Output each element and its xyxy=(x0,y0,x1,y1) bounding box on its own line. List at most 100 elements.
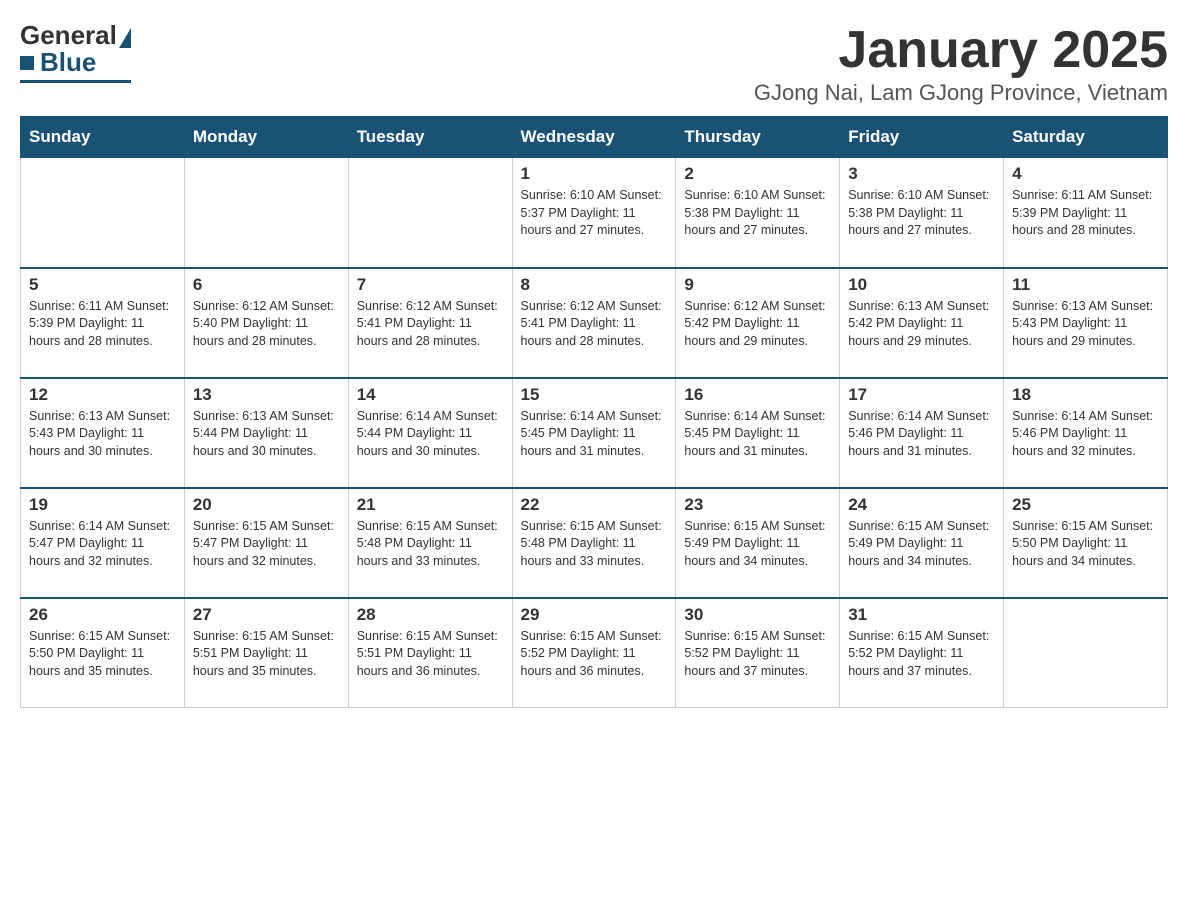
calendar-cell: 8 Sunrise: 6:12 AM Sunset: 5:41 PM Daylig… xyxy=(512,268,676,378)
day-number: 9 xyxy=(684,275,831,295)
day-info: Sunrise: 6:14 AM Sunset: 5:45 PM Dayligh… xyxy=(521,408,668,461)
day-number: 22 xyxy=(521,495,668,515)
day-number: 17 xyxy=(848,385,995,405)
day-info: Sunrise: 6:13 AM Sunset: 5:42 PM Dayligh… xyxy=(848,298,995,351)
day-info: Sunrise: 6:15 AM Sunset: 5:48 PM Dayligh… xyxy=(357,518,504,571)
day-number: 14 xyxy=(357,385,504,405)
calendar-cell: 30 Sunrise: 6:15 AM Sunset: 5:52 PM Dayli… xyxy=(676,598,840,708)
calendar-cell: 26Sunrise: 6:15 AM Sunset: 5:50 PM Dayli… xyxy=(21,598,185,708)
calendar-day-header: Friday xyxy=(840,117,1004,158)
calendar-cell: 22Sunrise: 6:15 AM Sunset: 5:48 PM Dayli… xyxy=(512,488,676,598)
day-info: Sunrise: 6:15 AM Sunset: 5:52 PM Dayligh… xyxy=(848,628,995,681)
day-number: 6 xyxy=(193,275,340,295)
page-header: General Blue January 2025 GJong Nai, Lam… xyxy=(20,20,1168,106)
calendar-header-row: SundayMondayTuesdayWednesdayThursdayFrid… xyxy=(21,117,1168,158)
calendar-cell: 2Sunrise: 6:10 AM Sunset: 5:38 PM Daylig… xyxy=(676,158,840,268)
day-info: Sunrise: 6:15 AM Sunset: 5:50 PM Dayligh… xyxy=(1012,518,1159,571)
calendar-cell: 17 Sunrise: 6:14 AM Sunset: 5:46 PM Dayli… xyxy=(840,378,1004,488)
logo-underline xyxy=(20,80,131,83)
day-info: Sunrise: 6:15 AM Sunset: 5:51 PM Dayligh… xyxy=(357,628,504,681)
calendar-cell xyxy=(1004,598,1168,708)
calendar-cell: 24 Sunrise: 6:15 AM Sunset: 5:49 PM Dayli… xyxy=(840,488,1004,598)
calendar-cell: 27 Sunrise: 6:15 AM Sunset: 5:51 PM Dayli… xyxy=(184,598,348,708)
calendar-week-row: 12 Sunrise: 6:13 AM Sunset: 5:43 PM Dayli… xyxy=(21,378,1168,488)
calendar-cell: 15 Sunrise: 6:14 AM Sunset: 5:45 PM Dayli… xyxy=(512,378,676,488)
calendar-cell: 13 Sunrise: 6:13 AM Sunset: 5:44 PM Dayli… xyxy=(184,378,348,488)
calendar-day-header: Saturday xyxy=(1004,117,1168,158)
day-number: 8 xyxy=(521,275,668,295)
day-number: 21 xyxy=(357,495,504,515)
calendar-week-row: 19 Sunrise: 6:14 AM Sunset: 5:47 PM Dayli… xyxy=(21,488,1168,598)
calendar-week-row: 5 Sunrise: 6:11 AM Sunset: 5:39 PM Daylig… xyxy=(21,268,1168,378)
calendar-day-header: Thursday xyxy=(676,117,840,158)
calendar-cell: 14Sunrise: 6:14 AM Sunset: 5:44 PM Dayli… xyxy=(348,378,512,488)
day-number: 27 xyxy=(193,605,340,625)
calendar-cell: 3Sunrise: 6:10 AM Sunset: 5:38 PM Daylig… xyxy=(840,158,1004,268)
day-number: 15 xyxy=(521,385,668,405)
calendar-day-header: Tuesday xyxy=(348,117,512,158)
day-info: Sunrise: 6:15 AM Sunset: 5:47 PM Dayligh… xyxy=(193,518,340,571)
calendar-cell: 7 Sunrise: 6:12 AM Sunset: 5:41 PM Daylig… xyxy=(348,268,512,378)
day-number: 25 xyxy=(1012,495,1159,515)
day-info: Sunrise: 6:15 AM Sunset: 5:50 PM Dayligh… xyxy=(29,628,176,681)
day-number: 30 xyxy=(684,605,831,625)
calendar-cell: 1 Sunrise: 6:10 AM Sunset: 5:37 PM Daylig… xyxy=(512,158,676,268)
day-number: 28 xyxy=(357,605,504,625)
day-info: Sunrise: 6:12 AM Sunset: 5:41 PM Dayligh… xyxy=(357,298,504,351)
day-number: 12 xyxy=(29,385,176,405)
page-subtitle: GJong Nai, Lam GJong Province, Vietnam xyxy=(754,80,1168,106)
day-info: Sunrise: 6:12 AM Sunset: 5:40 PM Dayligh… xyxy=(193,298,340,351)
day-number: 23 xyxy=(684,495,831,515)
day-info: Sunrise: 6:15 AM Sunset: 5:49 PM Dayligh… xyxy=(848,518,995,571)
calendar-cell: 9Sunrise: 6:12 AM Sunset: 5:42 PM Daylig… xyxy=(676,268,840,378)
calendar-cell: 4Sunrise: 6:11 AM Sunset: 5:39 PM Daylig… xyxy=(1004,158,1168,268)
calendar-cell: 12 Sunrise: 6:13 AM Sunset: 5:43 PM Dayli… xyxy=(21,378,185,488)
day-number: 19 xyxy=(29,495,176,515)
day-number: 5 xyxy=(29,275,176,295)
day-number: 7 xyxy=(357,275,504,295)
page-title: January 2025 xyxy=(754,20,1168,80)
day-info: Sunrise: 6:12 AM Sunset: 5:41 PM Dayligh… xyxy=(521,298,668,351)
calendar-day-header: Monday xyxy=(184,117,348,158)
day-info: Sunrise: 6:14 AM Sunset: 5:45 PM Dayligh… xyxy=(684,408,831,461)
day-info: Sunrise: 6:15 AM Sunset: 5:49 PM Dayligh… xyxy=(684,518,831,571)
calendar-cell: 6 Sunrise: 6:12 AM Sunset: 5:40 PM Daylig… xyxy=(184,268,348,378)
calendar-cell: 21 Sunrise: 6:15 AM Sunset: 5:48 PM Dayli… xyxy=(348,488,512,598)
title-block: January 2025 GJong Nai, Lam GJong Provin… xyxy=(754,20,1168,106)
day-number: 31 xyxy=(848,605,995,625)
logo: General Blue xyxy=(20,20,131,83)
calendar-cell: 11Sunrise: 6:13 AM Sunset: 5:43 PM Dayli… xyxy=(1004,268,1168,378)
calendar-cell: 5 Sunrise: 6:11 AM Sunset: 5:39 PM Daylig… xyxy=(21,268,185,378)
calendar-week-row: 26Sunrise: 6:15 AM Sunset: 5:50 PM Dayli… xyxy=(21,598,1168,708)
day-info: Sunrise: 6:15 AM Sunset: 5:52 PM Dayligh… xyxy=(521,628,668,681)
calendar-table: SundayMondayTuesdayWednesdayThursdayFrid… xyxy=(20,116,1168,708)
calendar-cell: 28 Sunrise: 6:15 AM Sunset: 5:51 PM Dayli… xyxy=(348,598,512,708)
calendar-cell: 16 Sunrise: 6:14 AM Sunset: 5:45 PM Dayli… xyxy=(676,378,840,488)
day-number: 29 xyxy=(521,605,668,625)
day-number: 18 xyxy=(1012,385,1159,405)
day-number: 13 xyxy=(193,385,340,405)
day-number: 1 xyxy=(521,164,668,184)
day-number: 16 xyxy=(684,385,831,405)
day-info: Sunrise: 6:14 AM Sunset: 5:47 PM Dayligh… xyxy=(29,518,176,571)
day-info: Sunrise: 6:10 AM Sunset: 5:37 PM Dayligh… xyxy=(521,187,668,240)
day-info: Sunrise: 6:15 AM Sunset: 5:51 PM Dayligh… xyxy=(193,628,340,681)
calendar-cell: 31 Sunrise: 6:15 AM Sunset: 5:52 PM Dayli… xyxy=(840,598,1004,708)
day-number: 4 xyxy=(1012,164,1159,184)
calendar-cell: 18 Sunrise: 6:14 AM Sunset: 5:46 PM Dayli… xyxy=(1004,378,1168,488)
logo-triangle-icon xyxy=(119,28,131,48)
day-info: Sunrise: 6:13 AM Sunset: 5:44 PM Dayligh… xyxy=(193,408,340,461)
calendar-week-row: 1 Sunrise: 6:10 AM Sunset: 5:37 PM Daylig… xyxy=(21,158,1168,268)
day-number: 11 xyxy=(1012,275,1159,295)
day-info: Sunrise: 6:11 AM Sunset: 5:39 PM Dayligh… xyxy=(29,298,176,351)
day-info: Sunrise: 6:14 AM Sunset: 5:46 PM Dayligh… xyxy=(848,408,995,461)
calendar-day-header: Wednesday xyxy=(512,117,676,158)
calendar-cell: 19 Sunrise: 6:14 AM Sunset: 5:47 PM Dayli… xyxy=(21,488,185,598)
day-info: Sunrise: 6:14 AM Sunset: 5:46 PM Dayligh… xyxy=(1012,408,1159,461)
day-info: Sunrise: 6:15 AM Sunset: 5:52 PM Dayligh… xyxy=(684,628,831,681)
day-number: 3 xyxy=(848,164,995,184)
calendar-cell: 20Sunrise: 6:15 AM Sunset: 5:47 PM Dayli… xyxy=(184,488,348,598)
day-info: Sunrise: 6:13 AM Sunset: 5:43 PM Dayligh… xyxy=(29,408,176,461)
calendar-cell: 25 Sunrise: 6:15 AM Sunset: 5:50 PM Dayli… xyxy=(1004,488,1168,598)
day-number: 24 xyxy=(848,495,995,515)
